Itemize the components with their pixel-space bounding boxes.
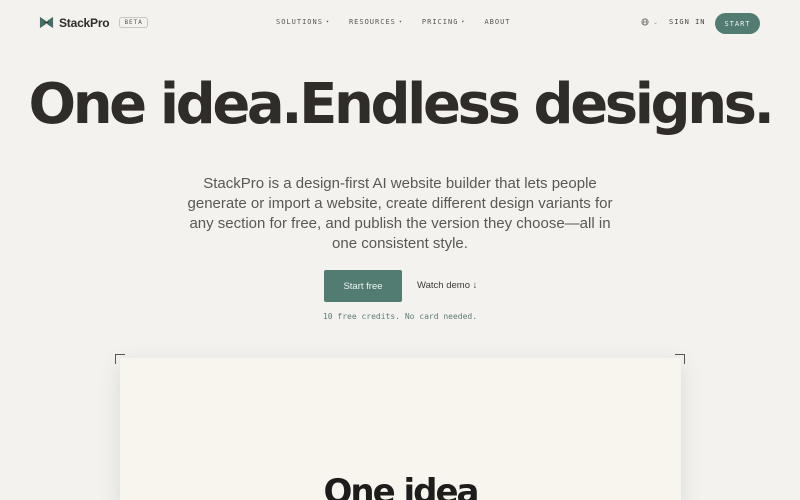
start-button[interactable]: START <box>715 13 760 34</box>
sign-in-link[interactable]: SIGN IN <box>669 18 706 26</box>
nav-item-solutions[interactable]: SOLUTIONS ▾ <box>276 18 330 26</box>
chevron-down-icon: ▾ <box>398 19 403 25</box>
globe-icon <box>641 18 649 26</box>
credits-note: 10 free credits. No card needed. <box>322 312 478 321</box>
nav-item-resources[interactable]: RESOURCES ▾ <box>349 18 403 26</box>
top-navigation: StackPro BETA SOLUTIONS ▾ RESOURCES ▾ PR… <box>0 0 800 46</box>
language-selector[interactable]: ⌄ <box>641 18 658 26</box>
beta-badge: BETA <box>119 17 148 28</box>
nav-item-pricing[interactable]: PRICING ▾ <box>422 18 466 26</box>
nav-item-label: ABOUT <box>484 18 511 26</box>
chevron-down-icon: ⌄ <box>653 19 659 26</box>
chevron-down-icon: ▾ <box>325 19 330 25</box>
chevron-down-icon: ▾ <box>461 19 466 25</box>
watch-demo-link[interactable]: Watch demo ↓ <box>417 280 477 291</box>
preview-title: One idea <box>323 472 480 500</box>
start-free-button[interactable]: Start free <box>324 270 402 302</box>
hero-title: One idea.Endless designs. <box>28 72 775 137</box>
product-preview: One idea <box>120 358 681 500</box>
hero-description: StackPro is a design-first AI website bu… <box>187 175 613 252</box>
nav-item-label: PRICING <box>421 18 459 26</box>
nav-item-label: SOLUTIONS <box>276 18 323 26</box>
main-menu: SOLUTIONS ▾ RESOURCES ▾ PRICING ▾ ABOUT <box>276 18 530 26</box>
nav-item-label: RESOURCES <box>348 18 396 26</box>
brand[interactable]: StackPro BETA <box>39 15 148 30</box>
stackpro-logo-icon <box>39 16 54 29</box>
brand-name: StackPro <box>59 15 110 30</box>
nav-item-about[interactable]: ABOUT <box>484 18 510 26</box>
